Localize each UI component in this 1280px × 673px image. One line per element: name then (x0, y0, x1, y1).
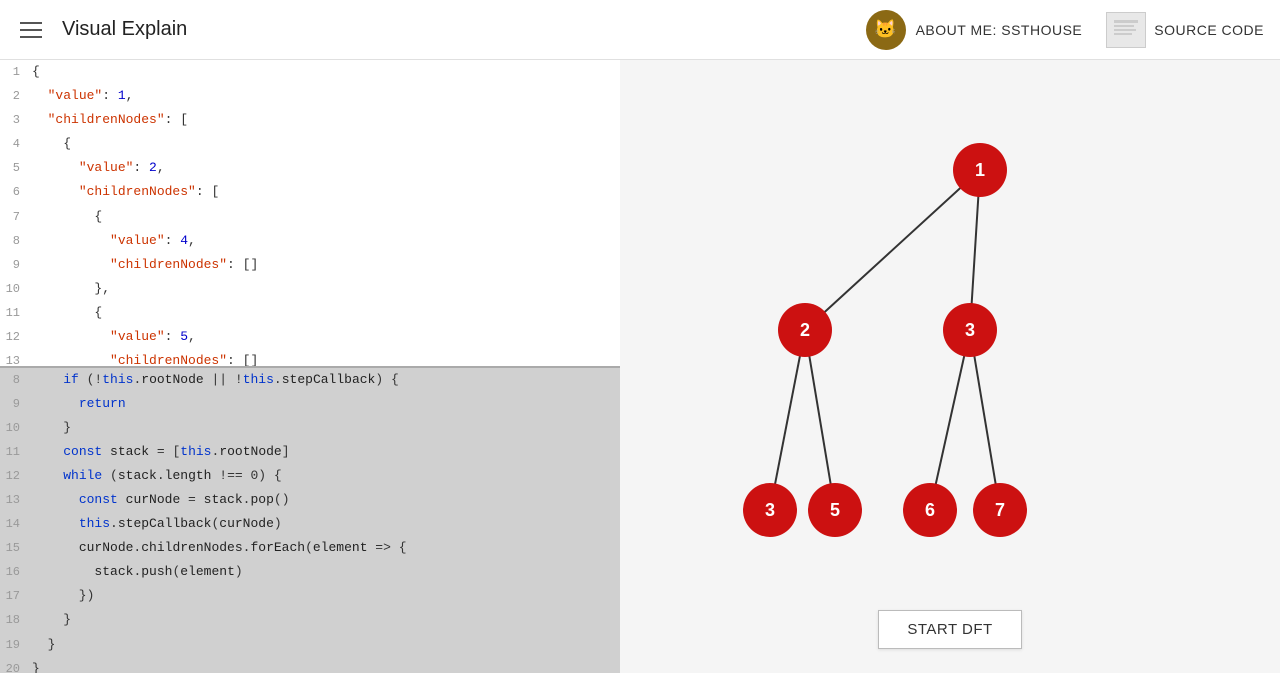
code-top-section: 1{2 "value": 1,3 "childrenNodes": [4 {5 … (0, 60, 620, 366)
line-number: 1 (0, 62, 32, 82)
line-number: 13 (0, 490, 32, 510)
line-number: 10 (0, 418, 32, 438)
line-number: 14 (0, 514, 32, 534)
code-line: 13 "childrenNodes": [] (0, 349, 620, 365)
code-line: 10 } (0, 416, 620, 440)
line-number: 13 (0, 351, 32, 365)
line-number: 2 (0, 86, 32, 106)
line-number: 12 (0, 327, 32, 347)
code-line: 16 stack.push(element) (0, 560, 620, 584)
line-number: 10 (0, 279, 32, 299)
viz-panel: 1233567 START DFT (620, 60, 1280, 673)
header-right: 🐱 ABOUT ME: SSTHOUSE SOURCE CODE (866, 10, 1264, 50)
line-number: 5 (0, 158, 32, 178)
code-line: 7 { (0, 205, 620, 229)
line-number: 3 (0, 110, 32, 130)
about-me-link[interactable]: 🐱 ABOUT ME: SSTHOUSE (866, 10, 1083, 50)
code-line: 1{ (0, 60, 620, 84)
about-label: ABOUT ME: SSTHOUSE (916, 22, 1083, 38)
line-number: 11 (0, 303, 32, 323)
code-line: 8 if (!this.rootNode || !this.stepCallba… (0, 368, 620, 392)
app-title: Visual Explain (62, 18, 187, 41)
header: Visual Explain 🐱 ABOUT ME: SSTHOUSE SOUR… (0, 0, 1280, 60)
avatar: 🐱 (866, 10, 906, 50)
tree-edge (805, 170, 980, 330)
code-line: 15 curNode.childrenNodes.forEach(element… (0, 536, 620, 560)
line-number: 12 (0, 466, 32, 486)
code-line: 5 "value": 2, (0, 156, 620, 180)
tree-node: 3 (943, 303, 997, 357)
tree-container: 1233567 (620, 60, 1280, 610)
code-line: 11 const stack = [this.rootNode] (0, 440, 620, 464)
line-number: 16 (0, 562, 32, 582)
code-line: 14 this.stepCallback(curNode) (0, 512, 620, 536)
code-line: 9 "childrenNodes": [] (0, 253, 620, 277)
line-number: 4 (0, 134, 32, 154)
line-number: 9 (0, 255, 32, 275)
source-code-label: SOURCE CODE (1154, 22, 1264, 38)
line-number: 18 (0, 610, 32, 630)
tree-node: 5 (808, 483, 862, 537)
line-number: 9 (0, 394, 32, 414)
code-panel: 1{2 "value": 1,3 "childrenNodes": [4 {5 … (0, 60, 620, 673)
source-thumb-icon (1106, 12, 1146, 48)
line-number: 7 (0, 207, 32, 227)
line-number: 8 (0, 231, 32, 251)
start-dft-button[interactable]: START DFT (878, 610, 1021, 649)
line-number: 20 (0, 659, 32, 673)
tree-node: 6 (903, 483, 957, 537)
code-line: 17 }) (0, 584, 620, 608)
code-line: 9 return (0, 392, 620, 416)
line-number: 8 (0, 370, 32, 390)
tree-node: 1 (953, 143, 1007, 197)
line-number: 17 (0, 586, 32, 606)
main-content: 1{2 "value": 1,3 "childrenNodes": [4 {5 … (0, 60, 1280, 673)
code-line: 19 } (0, 633, 620, 657)
header-left: Visual Explain (16, 18, 866, 42)
code-line: 8 "value": 4, (0, 229, 620, 253)
line-number: 19 (0, 635, 32, 655)
code-line: 3 "childrenNodes": [ (0, 108, 620, 132)
tree-node: 7 (973, 483, 1027, 537)
tree-node: 2 (778, 303, 832, 357)
line-number: 6 (0, 182, 32, 202)
code-line: 10 }, (0, 277, 620, 301)
code-line: 4 { (0, 132, 620, 156)
hamburger-menu-button[interactable] (16, 18, 46, 42)
code-line: 18 } (0, 608, 620, 632)
code-line: 20} (0, 657, 620, 673)
code-bottom-block: 8 if (!this.rootNode || !this.stepCallba… (0, 368, 620, 673)
code-line: 13 const curNode = stack.pop() (0, 488, 620, 512)
source-code-link[interactable]: SOURCE CODE (1106, 12, 1264, 48)
code-bottom-section: 8 if (!this.rootNode || !this.stepCallba… (0, 368, 620, 673)
code-line: 12 while (stack.length !== 0) { (0, 464, 620, 488)
code-line: 2 "value": 1, (0, 84, 620, 108)
code-line: 6 "childrenNodes": [ (0, 180, 620, 204)
code-top-block: 1{2 "value": 1,3 "childrenNodes": [4 {5 … (0, 60, 620, 366)
code-line: 11 { (0, 301, 620, 325)
line-number: 15 (0, 538, 32, 558)
code-line: 12 "value": 5, (0, 325, 620, 349)
line-number: 11 (0, 442, 32, 462)
tree-node: 3 (743, 483, 797, 537)
